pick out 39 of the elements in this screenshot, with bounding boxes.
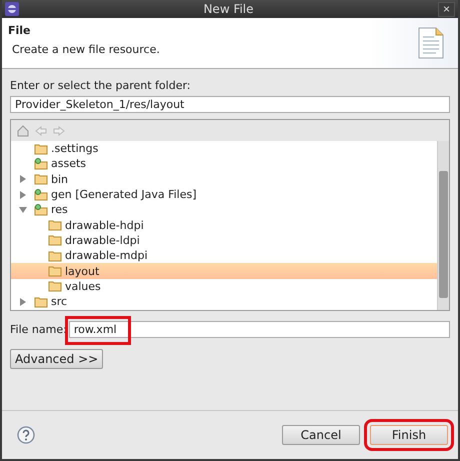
tree-item[interactable]: layout (11, 263, 437, 279)
source-folder-icon (34, 204, 48, 216)
source-folder-icon (34, 188, 48, 201)
dialog-button[interactable]: Cancel (282, 425, 360, 445)
home-icon[interactable] (17, 124, 29, 136)
tree-item[interactable]: drawable-ldpi (11, 232, 437, 248)
tree-item[interactable]: values (11, 278, 437, 294)
folder-icon (34, 296, 48, 308)
tree-item[interactable]: drawable-hdpi (11, 217, 437, 233)
tree-item[interactable]: src (11, 294, 437, 310)
tree-item[interactable]: .settings (11, 141, 437, 156)
page-title: File (8, 24, 32, 37)
help-icon[interactable] (17, 426, 35, 444)
expanded-triangle-icon[interactable] (19, 206, 27, 214)
folder-icon (48, 219, 62, 232)
collapsed-triangle-icon[interactable] (19, 190, 27, 199)
source-folder-icon (34, 158, 48, 170)
close-button[interactable]: × (438, 2, 455, 16)
tree-item[interactable]: assets (11, 156, 437, 172)
scrollbar[interactable] (437, 141, 449, 310)
file-name-field[interactable]: row.xml (68, 321, 450, 338)
document-icon (418, 27, 444, 59)
app-icon (5, 2, 19, 16)
tree-item[interactable]: res (11, 202, 437, 218)
page-description: Create a new file resource. (11, 43, 160, 56)
parent-folder-field[interactable]: Provider_Skeleton_1/res/layout (10, 96, 450, 113)
collapsed-triangle-icon[interactable] (19, 298, 27, 306)
tree-item[interactable]: gen [Generated Java Files] (11, 186, 437, 202)
folder-icon (48, 265, 62, 278)
file-name-label: File name: (10, 323, 67, 336)
advanced-button[interactable]: Advanced >> (10, 349, 104, 369)
folder-icon (34, 142, 48, 155)
parent-folder-label: Enter or select the parent folder: (10, 79, 192, 92)
collapsed-triangle-icon[interactable] (19, 175, 27, 184)
folder-icon (48, 234, 62, 246)
window-title: New File (202, 2, 255, 16)
tree-item[interactable]: drawable-mdpi (11, 248, 437, 264)
folder-icon (34, 173, 48, 186)
tree-item[interactable]: bin (11, 172, 437, 187)
